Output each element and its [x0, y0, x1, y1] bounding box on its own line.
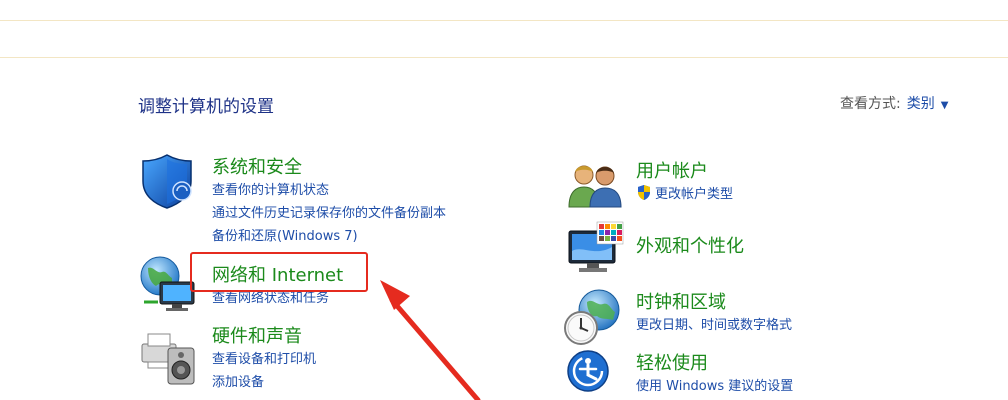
printer-speaker-icon[interactable] [140, 326, 196, 386]
link-backup-restore[interactable]: 备份和还原(Windows 7) [212, 225, 446, 248]
link-change-date-time-format[interactable]: 更改日期、时间或数字格式 [636, 314, 792, 337]
top-divider [0, 20, 1008, 21]
category-system-security: 系统和安全 查看你的计算机状态 通过文件历史记录保存你的文件备份副本 备份和还原… [212, 153, 446, 248]
uac-shield-icon [638, 185, 650, 200]
category-title-user-accounts[interactable]: 用户帐户 [636, 157, 733, 183]
category-appearance: 外观和个性化 [636, 232, 744, 258]
ease-of-access-icon[interactable] [566, 349, 610, 393]
category-user-accounts: 用户帐户 更改帐户类型 [636, 157, 733, 206]
link-change-account-type[interactable]: 更改帐户类型 [636, 183, 733, 206]
category-clock-region: 时钟和区域 更改日期、时间或数字格式 [636, 288, 792, 337]
link-add-device[interactable]: 添加设备 [212, 371, 316, 394]
view-by: 查看方式: 类别 ▼ [840, 93, 948, 113]
category-title-ease-of-access[interactable]: 轻松使用 [636, 349, 793, 375]
view-by-label: 查看方式: [840, 96, 901, 112]
category-ease-of-access: 轻松使用 使用 Windows 建议的设置 [636, 349, 793, 398]
link-windows-recommended-settings[interactable]: 使用 Windows 建议的设置 [636, 375, 793, 398]
category-title-system-security[interactable]: 系统和安全 [212, 153, 446, 179]
category-title-clock-region[interactable]: 时钟和区域 [636, 288, 792, 314]
view-by-dropdown[interactable]: 类别 [907, 96, 935, 112]
monitor-palette-icon[interactable] [567, 221, 625, 277]
users-icon[interactable] [567, 161, 623, 209]
page-title: 调整计算机的设置 [138, 97, 274, 117]
category-title-hardware-sound[interactable]: 硬件和声音 [212, 322, 316, 348]
shield-icon[interactable] [140, 153, 194, 209]
address-bar-divider [0, 57, 1008, 58]
category-hardware-sound: 硬件和声音 查看设备和打印机 添加设备 [212, 322, 316, 394]
annotation-highlight-box [190, 252, 368, 292]
link-change-account-type-label: 更改帐户类型 [655, 187, 734, 202]
annotation-arrow [380, 280, 481, 400]
link-devices-printers[interactable]: 查看设备和打印机 [212, 348, 316, 371]
clock-globe-icon[interactable] [563, 288, 623, 346]
chevron-down-icon[interactable]: ▼ [941, 100, 949, 111]
network-globe-icon[interactable] [138, 254, 198, 312]
category-title-appearance[interactable]: 外观和个性化 [636, 232, 744, 258]
link-view-computer-status[interactable]: 查看你的计算机状态 [212, 179, 446, 202]
link-file-history-backup[interactable]: 通过文件历史记录保存你的文件备份副本 [212, 202, 446, 225]
